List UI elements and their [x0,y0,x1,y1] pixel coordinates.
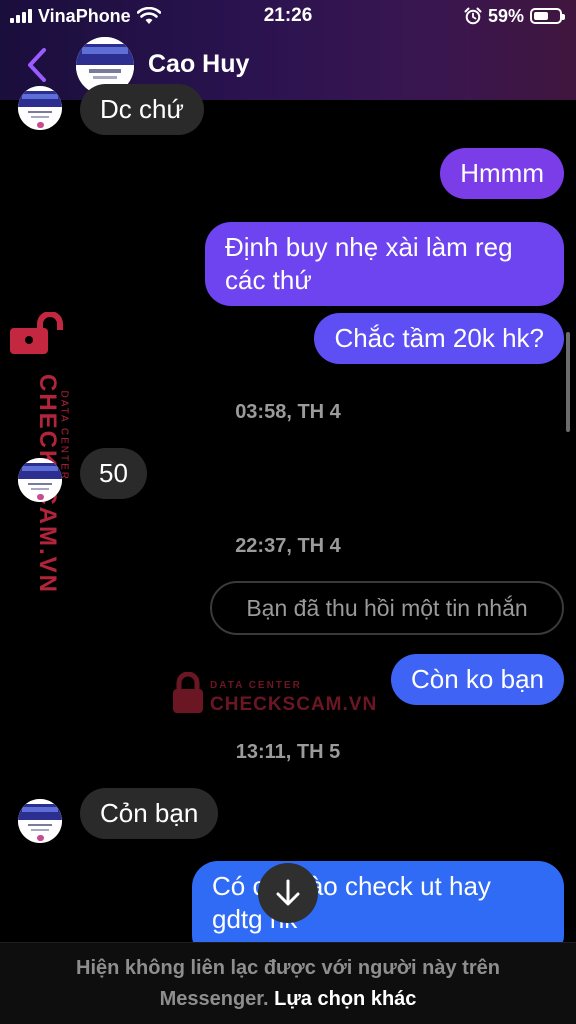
status-bar: VinaPhone 21:26 59% [0,0,576,34]
message-bubble-out[interactable]: Hmmm [440,148,564,199]
footer-notice: Hiện không liên lạc được với người này t… [76,957,500,979]
message-bubble-out[interactable]: Định buy nhẹ xài làm reg các thứ [205,222,564,306]
arrow-down-icon [276,879,300,906]
unsent-message-notice: Bạn đã thu hồi một tin nhắn [210,581,564,635]
scroll-to-bottom-button[interactable] [258,863,318,923]
battery-icon [530,8,565,24]
watermark-tag: DATA CENTER [210,680,302,691]
sender-avatar[interactable] [18,458,62,502]
timestamp: 13:11, TH 5 [235,741,341,763]
message-bubble-in[interactable]: Cỏn bạn [80,788,219,839]
message-bubble-out[interactable]: Còn ko bạn [391,654,564,705]
contact-name[interactable]: Cao Huy [148,50,249,79]
chevron-left-icon [28,48,46,82]
watermark-center: DATA CENTER CHECKSCAM.VN [172,672,376,718]
footer-notice-end: Messenger. [159,988,269,1010]
timestamp: 03:58, TH 4 [235,401,341,423]
lock-icon [10,312,63,354]
message-bubble-in[interactable]: Dc chứ [80,84,204,135]
alarm-icon [464,7,482,25]
watermark-vertical: CHECKSCAM.VN DATA CENTER [4,312,70,594]
message-bubble-out[interactable]: Chắc tầm 20k hk? [314,313,564,364]
sender-avatar[interactable] [18,86,62,130]
message-bubble-in[interactable]: 50 [80,448,147,499]
sender-avatar[interactable] [18,799,62,843]
footer-notice-line2: Messenger. Lựa chọn khác [0,988,576,1011]
scrollbar[interactable] [566,332,570,432]
back-button[interactable] [22,46,52,84]
battery-percent: 59% [487,5,524,26]
unavailable-footer: Hiện không liên lạc được với người này t… [0,942,576,1024]
other-options-link[interactable]: Lựa chọn khác [274,988,416,1010]
timestamp: 22:37, TH 4 [235,535,341,557]
lock-icon [173,672,203,713]
watermark-brand: CHECKSCAM.VN [210,694,378,715]
